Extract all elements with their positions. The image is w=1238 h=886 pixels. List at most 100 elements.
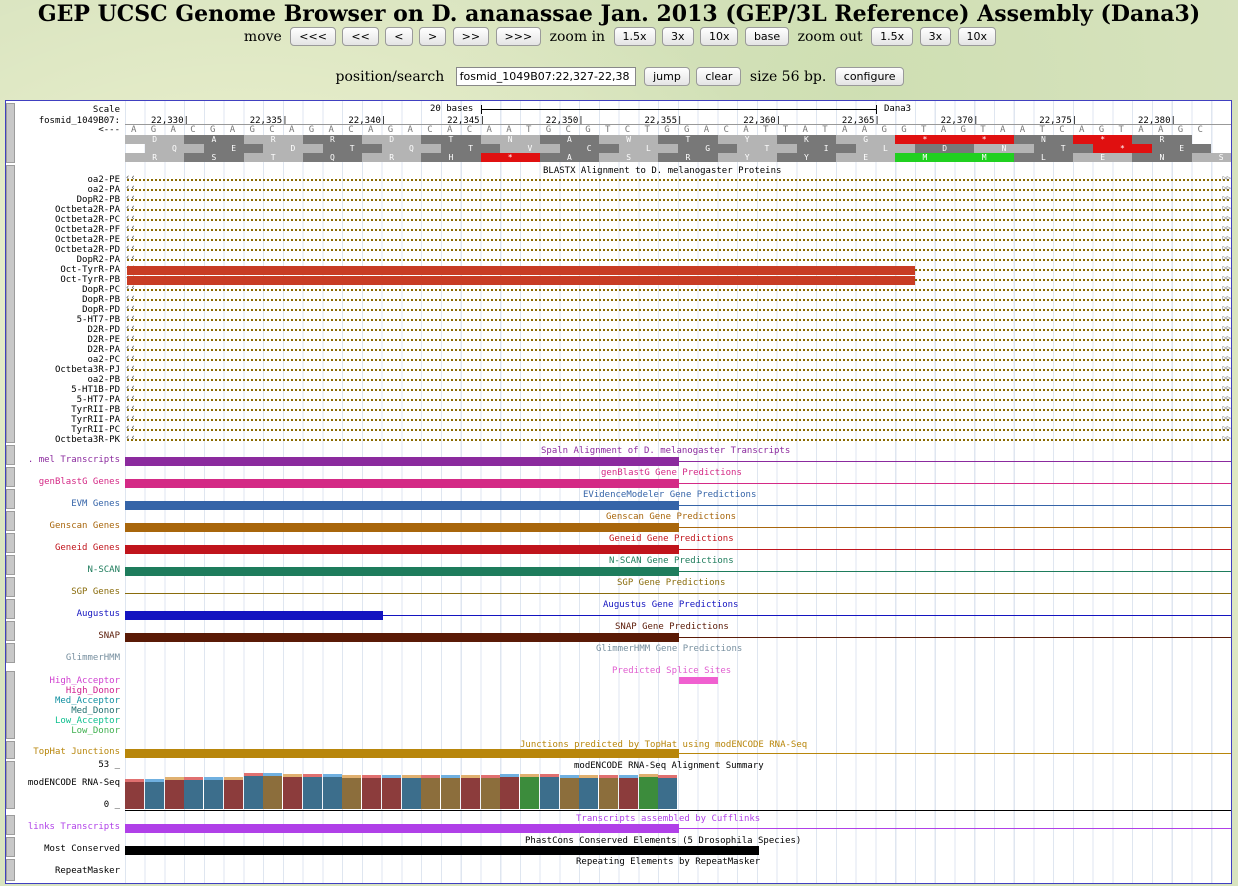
- splice-side-button[interactable]: [6, 671, 15, 739]
- blastx-alignment-row[interactable]: [125, 193, 1231, 203]
- blastx-alignment-row[interactable]: [125, 173, 1231, 183]
- blastx-row-label[interactable]: DopR-PD: [82, 305, 120, 315]
- track-label[interactable]: SGP Genes: [71, 587, 120, 597]
- blastx-alignment-row[interactable]: [125, 433, 1231, 443]
- track-side-button[interactable]: [6, 577, 15, 597]
- rnaseq-coverage-bar[interactable]: [559, 775, 579, 809]
- move-far-right-button[interactable]: >>>: [495, 27, 542, 46]
- genome-browser-image[interactable]: Scale fosmid_1049B07: <--- 20 bases Dana…: [5, 100, 1232, 884]
- rnaseq-coverage-bar[interactable]: [164, 777, 184, 809]
- rnaseq-coverage-bar[interactable]: [283, 774, 302, 809]
- rnaseq-coverage-bar[interactable]: [263, 773, 283, 809]
- blastx-alignment-row[interactable]: [125, 403, 1231, 413]
- blastx-row-label[interactable]: D2R-PA: [87, 345, 120, 355]
- rnaseq-coverage-bar[interactable]: [184, 777, 204, 809]
- cufflinks-feature[interactable]: [125, 824, 679, 833]
- blastx-row-label[interactable]: Octbeta2R-PD: [55, 245, 120, 255]
- gene-feature[interactable]: [125, 457, 679, 466]
- rnaseq-coverage-bar[interactable]: [480, 775, 500, 809]
- splice-label[interactable]: High_Acceptor: [50, 676, 120, 686]
- rnaseq-coverage-bar[interactable]: [342, 775, 362, 809]
- move-right-button[interactable]: >>: [452, 27, 490, 46]
- blastx-row-label[interactable]: DopR-PC: [82, 285, 120, 295]
- zoom-base-button[interactable]: base: [744, 27, 790, 46]
- blastx-row-label[interactable]: oa2-PC: [87, 355, 120, 365]
- blastx-alignment-row[interactable]: [125, 223, 1231, 233]
- blastx-hit-block[interactable]: [127, 266, 915, 275]
- clear-button[interactable]: clear: [696, 67, 742, 86]
- rnaseq-coverage-bar[interactable]: [460, 775, 480, 809]
- track-label[interactable]: Geneid Genes: [55, 543, 120, 553]
- configure-button[interactable]: configure: [834, 67, 905, 86]
- rnaseq-coverage-bar[interactable]: [144, 779, 164, 809]
- tophat-label[interactable]: TopHat Junctions: [33, 747, 120, 757]
- blastx-alignment-row[interactable]: [125, 333, 1231, 343]
- track-side-button[interactable]: [6, 511, 15, 531]
- blastx-alignment-row[interactable]: [125, 203, 1231, 213]
- gene-feature[interactable]: [125, 633, 679, 642]
- blastx-row-label[interactable]: 5-HT1B-PD: [71, 385, 120, 395]
- rnaseq-coverage-bar[interactable]: [618, 775, 638, 809]
- position-input[interactable]: fosmid_1049B07:22,327-22,38: [455, 67, 636, 86]
- splice-label[interactable]: High_Donor: [66, 686, 120, 696]
- track-side-button[interactable]: [6, 533, 15, 553]
- blastx-alignment-row[interactable]: [125, 393, 1231, 403]
- track-label[interactable]: N-SCAN: [87, 565, 120, 575]
- splice-label[interactable]: Low_Acceptor: [55, 716, 120, 726]
- rnaseq-coverage-bar[interactable]: [381, 775, 401, 809]
- move-left-button[interactable]: <<: [342, 27, 379, 46]
- blastx-alignment-row[interactable]: [125, 283, 1231, 293]
- ruler-side-button[interactable]: [6, 103, 15, 163]
- blastx-row-label[interactable]: D2R-PD: [87, 325, 120, 335]
- rnaseq-coverage-bar[interactable]: [599, 775, 618, 809]
- blastx-alignment-row[interactable]: [125, 183, 1231, 193]
- blastx-alignment-row[interactable]: [125, 293, 1231, 303]
- phastcons-side-button[interactable]: [6, 837, 15, 857]
- blastx-row-label[interactable]: TyrRII-PC: [71, 425, 120, 435]
- rnaseq-coverage-bar[interactable]: [322, 774, 342, 809]
- blastx-row-label[interactable]: Octbeta2R-PC: [55, 215, 120, 225]
- blastx-alignment-row[interactable]: [125, 363, 1231, 373]
- blastx-row-label[interactable]: Oct-TyrR-PB: [60, 275, 120, 285]
- gene-feature[interactable]: [125, 501, 679, 510]
- splice-site-feature[interactable]: [679, 677, 718, 684]
- blastx-row-label[interactable]: Octbeta3R-PK: [55, 435, 120, 445]
- track-label[interactable]: Genscan Genes: [50, 521, 120, 531]
- track-label[interactable]: . mel Transcripts: [28, 455, 120, 465]
- blastx-alignment-row[interactable]: [125, 233, 1231, 243]
- rnaseq-label[interactable]: modENCODE RNA-Seq: [28, 778, 120, 788]
- blastx-row-label[interactable]: Octbeta2R-PA: [55, 205, 120, 215]
- rnaseq-coverage-bar[interactable]: [539, 774, 559, 809]
- track-label[interactable]: GlimmerHMM: [66, 653, 120, 663]
- track-side-button[interactable]: [6, 621, 15, 641]
- gene-feature[interactable]: [125, 567, 679, 576]
- track-label[interactable]: EVM Genes: [71, 499, 120, 509]
- blastx-row-label[interactable]: Octbeta2R-PE: [55, 235, 120, 245]
- rnaseq-coverage-bar[interactable]: [223, 777, 243, 809]
- blastx-row-label[interactable]: Octbeta3R-PJ: [55, 365, 120, 375]
- blastx-row-label[interactable]: Octbeta2R-PF: [55, 225, 120, 235]
- blastx-row-label[interactable]: DopR2-PB: [77, 195, 120, 205]
- blastx-alignment-row[interactable]: [125, 213, 1231, 223]
- rnaseq-coverage-bar[interactable]: [362, 775, 381, 809]
- blastx-row-label[interactable]: DopR2-PA: [77, 255, 120, 265]
- blastx-alignment-row[interactable]: [125, 313, 1231, 323]
- track-label[interactable]: SNAP: [98, 631, 120, 641]
- blastx-row-label[interactable]: oa2-PA: [87, 185, 120, 195]
- rnaseq-side-button[interactable]: [6, 761, 15, 809]
- blastx-alignment-row[interactable]: [125, 373, 1231, 383]
- zoom-out-1.5x-button[interactable]: 1.5x: [871, 27, 914, 46]
- splice-label[interactable]: Med_Donor: [71, 706, 120, 716]
- blastx-row-label[interactable]: TyrRII-PA: [71, 415, 120, 425]
- phastcons-feature[interactable]: [125, 846, 759, 855]
- blastx-alignment-row[interactable]: [125, 323, 1231, 333]
- gene-feature[interactable]: [125, 479, 679, 488]
- rnaseq-coverage-bar[interactable]: [638, 774, 658, 809]
- zoom-in-3x-button[interactable]: 3x: [662, 27, 694, 46]
- blastx-alignment-row[interactable]: [125, 413, 1231, 423]
- tophat-junction-feature[interactable]: [125, 749, 679, 758]
- zoom-in-1.5x-button[interactable]: 1.5x: [613, 27, 656, 46]
- track-side-button[interactable]: [6, 489, 15, 509]
- move-far-left-button[interactable]: <<<: [290, 27, 336, 46]
- blastx-alignment-row[interactable]: [125, 343, 1231, 353]
